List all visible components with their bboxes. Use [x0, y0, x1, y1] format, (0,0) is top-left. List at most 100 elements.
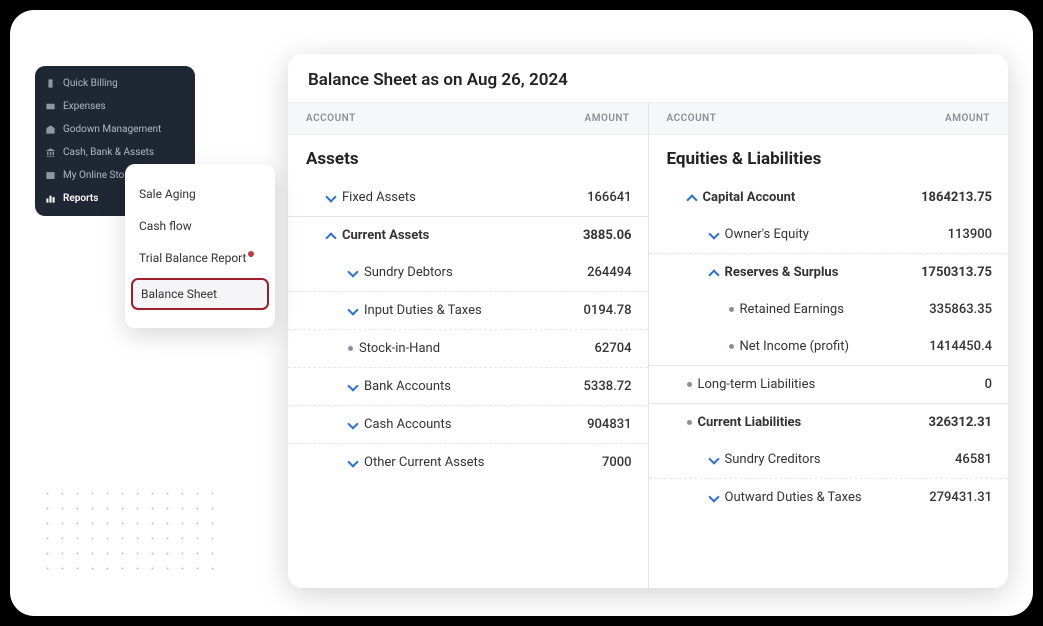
row-label: Current Assets [342, 228, 429, 243]
sidebar-item-label: My Online Store [63, 170, 133, 181]
row-current-assets[interactable]: Current Assets 3885.06 [288, 217, 648, 254]
header-account-right: ACCOUNT [667, 113, 717, 124]
sidebar-item-expenses[interactable]: Expenses [35, 95, 195, 118]
submenu-item-label: Cash flow [139, 219, 192, 233]
row-amount: 335863.35 [929, 302, 992, 317]
row-label: Current Liabilities [698, 415, 802, 430]
row-amount: 1414450.4 [929, 339, 992, 354]
bank-icon [45, 147, 56, 158]
row-label: Net Income (profit) [740, 339, 850, 354]
chevron-down-icon [348, 306, 358, 316]
row-stock-in-hand[interactable]: Stock-in-Hand 62704 [288, 330, 648, 368]
row-net-income[interactable]: Net Income (profit) 1414450.4 [649, 328, 1009, 366]
row-amount: 279431.31 [929, 490, 992, 505]
reports-submenu: Sale Aging Cash flow Trial Balance Repor… [125, 164, 275, 328]
row-amount: 264494 [587, 265, 631, 280]
submenu-item-label: Balance Sheet [141, 287, 217, 301]
row-label: Capital Account [703, 190, 796, 205]
store-icon [45, 170, 56, 181]
chevron-down-icon [348, 268, 358, 278]
section-title-assets: Assets [288, 135, 648, 179]
row-label: Bank Accounts [364, 379, 451, 394]
row-label: Sundry Creditors [725, 452, 821, 467]
bullet-icon [687, 382, 692, 387]
sidebar-item-label: Cash, Bank & Assets [63, 147, 154, 158]
row-cash-accounts[interactable]: Cash Accounts 904831 [288, 406, 648, 444]
submenu-item-label: Trial Balance Report [139, 251, 246, 265]
bullet-icon [348, 346, 353, 351]
sidebar-item-cash-bank[interactable]: Cash, Bank & Assets [35, 141, 195, 164]
sidebar-item-godown[interactable]: Godown Management [35, 118, 195, 141]
warehouse-icon [45, 124, 56, 135]
reports-icon [45, 193, 56, 204]
row-outward-duties[interactable]: Outward Duties & Taxes 279431.31 [649, 479, 1009, 516]
row-long-term-liabilities[interactable]: Long-term Liabilities 0 [649, 366, 1009, 404]
row-sundry-creditors[interactable]: Sundry Creditors 46581 [649, 441, 1009, 479]
header-amount-left: AMOUNT [585, 113, 630, 124]
panel-column-headers: ACCOUNT AMOUNT ACCOUNT AMOUNT [288, 102, 1008, 135]
row-amount: 1864213.75 [921, 190, 992, 205]
bullet-icon [729, 344, 734, 349]
row-label: Outward Duties & Taxes [725, 490, 862, 505]
row-amount: 62704 [595, 341, 632, 356]
submenu-trial-balance[interactable]: Trial Balance Report [125, 242, 275, 274]
row-label: Sundry Debtors [364, 265, 453, 280]
chevron-up-icon [687, 193, 697, 203]
row-label: Fixed Assets [342, 190, 416, 205]
row-other-current-assets[interactable]: Other Current Assets 7000 [288, 444, 648, 481]
sidebar-item-label: Godown Management [63, 124, 161, 135]
row-sundry-debtors[interactable]: Sundry Debtors 264494 [288, 254, 648, 292]
panel-body: Assets Fixed Assets 166641 Current Asset… [288, 135, 1008, 588]
row-reserves-surplus[interactable]: Reserves & Surplus 1750313.75 [649, 254, 1009, 291]
app-card: Quick Billing Expenses Godown Management… [10, 10, 1033, 616]
sidebar-item-quick-billing[interactable]: Quick Billing [35, 72, 195, 95]
row-label: Input Duties & Taxes [364, 303, 482, 318]
header-account-left: ACCOUNT [306, 113, 356, 124]
chevron-down-icon [709, 455, 719, 465]
row-retained-earnings[interactable]: Retained Earnings 335863.35 [649, 291, 1009, 328]
chevron-down-icon [348, 458, 358, 468]
row-amount: 46581 [955, 452, 992, 467]
row-amount: 7000 [602, 455, 632, 470]
row-label: Stock-in-Hand [359, 341, 440, 356]
row-label: Retained Earnings [740, 302, 844, 317]
submenu-cash-flow[interactable]: Cash flow [125, 210, 275, 242]
indicator-dot-icon [248, 251, 254, 257]
row-label: Other Current Assets [364, 455, 485, 470]
balance-sheet-panel: Balance Sheet as on Aug 26, 2024 ACCOUNT… [288, 54, 1008, 588]
panel-title: Balance Sheet as on Aug 26, 2024 [288, 54, 1008, 102]
row-label: Reserves & Surplus [725, 265, 839, 280]
row-amount: 326312.31 [929, 415, 992, 430]
row-capital-account[interactable]: Capital Account 1864213.75 [649, 179, 1009, 216]
submenu-sale-aging[interactable]: Sale Aging [125, 178, 275, 210]
row-amount: 166641 [587, 190, 631, 205]
row-bank-accounts[interactable]: Bank Accounts 5338.72 [288, 368, 648, 406]
row-label: Long-term Liabilities [698, 377, 816, 392]
row-label: Cash Accounts [364, 417, 451, 432]
chevron-down-icon [326, 193, 336, 203]
row-amount: 1750313.75 [921, 265, 992, 280]
submenu-balance-sheet[interactable]: Balance Sheet [131, 278, 269, 310]
bullet-icon [729, 307, 734, 312]
chevron-up-icon [326, 231, 336, 241]
assets-column: Assets Fixed Assets 166641 Current Asset… [288, 135, 649, 588]
chevron-down-icon [348, 382, 358, 392]
row-amount: 904831 [587, 417, 631, 432]
bullet-icon [687, 420, 692, 425]
row-fixed-assets[interactable]: Fixed Assets 166641 [288, 179, 648, 217]
row-amount: 0 [985, 377, 992, 392]
row-current-liabilities[interactable]: Current Liabilities 326312.31 [649, 404, 1009, 441]
expenses-icon [45, 101, 56, 112]
row-input-duties[interactable]: Input Duties & Taxes 0194.78 [288, 292, 648, 330]
chevron-down-icon [348, 420, 358, 430]
row-owners-equity[interactable]: Owner's Equity 113900 [649, 216, 1009, 254]
chevron-up-icon [709, 268, 719, 278]
sidebar-item-label: Quick Billing [63, 78, 118, 89]
chevron-down-icon [709, 230, 719, 240]
decorative-dots [40, 486, 220, 576]
chevron-down-icon [709, 493, 719, 503]
row-amount: 5338.72 [584, 379, 632, 394]
header-amount-right: AMOUNT [945, 113, 990, 124]
row-amount: 3885.06 [583, 228, 632, 243]
section-title-liabilities: Equities & Liabilities [649, 135, 1009, 179]
